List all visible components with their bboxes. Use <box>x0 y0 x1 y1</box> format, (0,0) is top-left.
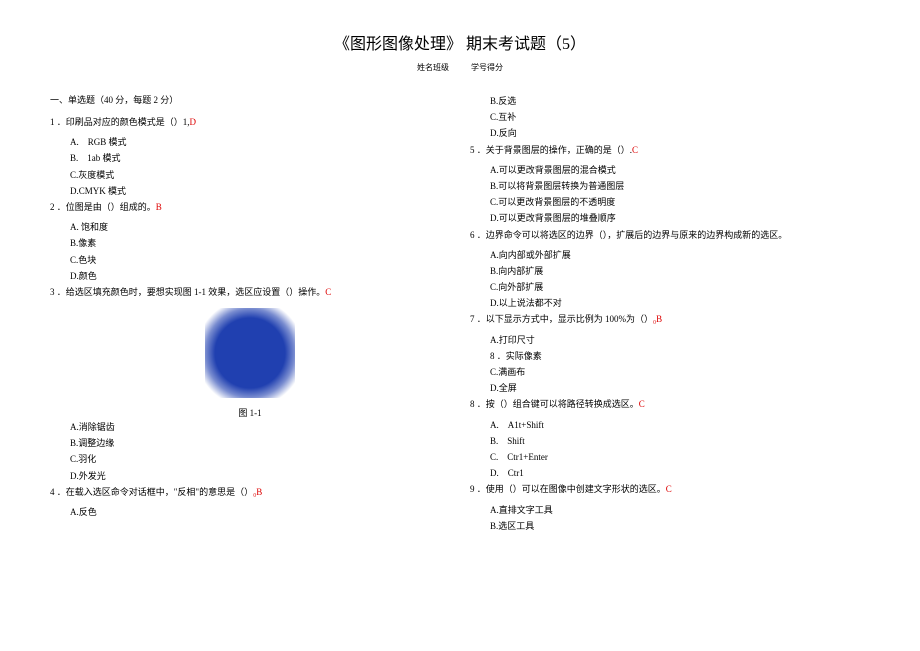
q3-answer: C <box>325 287 331 297</box>
q5-opt-a: A.可以更改背景图层的混合模式 <box>470 162 870 178</box>
q4-opt-d: D.反向 <box>470 125 870 141</box>
q9-answer: C <box>666 484 672 494</box>
section-title: 一、单选题（40 分，每题 2 分） <box>50 93 450 106</box>
q1-opt-c: C.灰度模式 <box>50 167 450 183</box>
q7-opt-d: D.全屏 <box>470 380 870 396</box>
q3-opt-c: C.羽化 <box>50 451 450 467</box>
q8-text: 8 ．按（）组合键可以将路径转换成选区。 <box>470 399 639 409</box>
right-column: B.反选 C.互补 D.反向 5 ．关于背景图层的操作，正确的是（）.C A.可… <box>470 93 870 534</box>
q4-text: 4 ．在载入选区命令对话框中，"反相"的意思是（） <box>50 487 253 497</box>
q4-answer: ₀B <box>253 487 262 497</box>
q6-stem: 6 ．边界命令可以将选区的边界（），扩展后的边界与原来的边界构成新的选区。 <box>470 227 870 243</box>
q7-answer: ₀B <box>653 314 662 324</box>
q8-opt-c: C. Ctr1+Enter <box>470 449 870 465</box>
q9-opt-a: A.直排文字工具 <box>470 502 870 518</box>
id-score-label: 学号得分 <box>471 62 503 73</box>
q6-opt-b: B.向内部扩展 <box>470 263 870 279</box>
figure-1-1 <box>50 308 450 398</box>
q7-stem: 7 ．以下显示方式中，显示比例为 100%为（）₀B <box>470 311 870 327</box>
q4-opt-b: B.反选 <box>470 93 870 109</box>
q5-opt-d: D.可以更改背景图层的堆叠顺序 <box>470 210 870 226</box>
q1-answer: D <box>190 117 197 127</box>
q2-stem: 2 ．位图是由（）组成的。B <box>50 199 450 215</box>
q7-opt-c: C.满画布 <box>470 364 870 380</box>
q1-opt-d: D.CMYK 模式 <box>50 183 450 199</box>
q5-answer: C <box>632 145 638 155</box>
q1-opt-a: A. RGB 模式 <box>50 134 450 150</box>
q7-text: 7 ．以下显示方式中，显示比例为 100%为（） <box>470 314 653 324</box>
q9-text: 9 ．使用（）可以在图像中创建文字形状的选区。 <box>470 484 666 494</box>
q6-text: 6 ．边界命令可以将选区的边界（），扩展后的边界与原来的边界构成新的选区。 <box>470 230 787 240</box>
exam-subtitle: 姓名班级 学号得分 <box>50 62 870 73</box>
q9-opt-b: B.选区工具 <box>470 518 870 534</box>
q8-answer: C <box>639 399 645 409</box>
q6-opt-c: C.向外部扩展 <box>470 279 870 295</box>
blue-feathered-square-icon <box>205 308 295 398</box>
q2-opt-c: C.色块 <box>50 252 450 268</box>
q1-text: 1 ．印刷品对应的颜色模式是（）1, <box>50 117 190 127</box>
q6-opt-a: A.向内部或外部扩展 <box>470 247 870 263</box>
exam-title: 《图形图像处理》 期末考试题（5） <box>50 30 870 54</box>
q2-answer: B <box>156 202 162 212</box>
content-columns: 一、单选题（40 分，每题 2 分） 1 ．印刷品对应的颜色模式是（）1,D A… <box>50 93 870 534</box>
q8-opt-b: B. Shift <box>470 433 870 449</box>
q2-opt-a: A. 饱和度 <box>50 219 450 235</box>
q5-stem: 5 ．关于背景图层的操作，正确的是（）.C <box>470 142 870 158</box>
q9-stem: 9 ．使用（）可以在图像中创建文字形状的选区。C <box>470 481 870 497</box>
q1-stem: 1 ．印刷品对应的颜色模式是（）1,D <box>50 114 450 130</box>
q5-opt-b: B.可以将背景图层转换为普通图层 <box>470 178 870 194</box>
q1-opt-b: B. 1ab 模式 <box>50 150 450 166</box>
q2-opt-b: B.像素 <box>50 235 450 251</box>
q3-stem: 3 ．给选区填充颜色时，要想实现图 1-1 效果，选区应设置（）操作。C <box>50 284 450 300</box>
q3-opt-a: A.消除锯齿 <box>50 419 450 435</box>
q3-opt-b: B.调整边缘 <box>50 435 450 451</box>
q7-opt-a: A.打印尺寸 <box>470 332 870 348</box>
q8-stem: 8 ．按（）组合键可以将路径转换成选区。C <box>470 396 870 412</box>
name-class-label: 姓名班级 <box>417 62 449 73</box>
q4-opt-a: A.反色 <box>50 504 450 520</box>
q2-text: 2 ．位图是由（）组成的。 <box>50 202 156 212</box>
q4-stem: 4 ．在载入选区命令对话框中，"反相"的意思是（）₀B <box>50 484 450 500</box>
q4-opt-c: C.互补 <box>470 109 870 125</box>
q5-opt-c: C.可以更改背景图层的不透明度 <box>470 194 870 210</box>
q8-opt-d: D. Ctr1 <box>470 465 870 481</box>
q6-opt-d: D.以上说法都不对 <box>470 295 870 311</box>
q2-opt-d: D.颜色 <box>50 268 450 284</box>
q8-opt-a: A. A1t+Shift <box>470 417 870 433</box>
q3-text: 3 ．给选区填充颜色时，要想实现图 1-1 效果，选区应设置（）操作。 <box>50 287 325 297</box>
q3-opt-d: D.外发光 <box>50 468 450 484</box>
left-column: 一、单选题（40 分，每题 2 分） 1 ．印刷品对应的颜色模式是（）1,D A… <box>50 93 450 534</box>
figure-caption: 图 1-1 <box>50 406 450 419</box>
q7-opt-b: 8 ．实际像素 <box>470 348 870 364</box>
q5-text: 5 ．关于背景图层的操作，正确的是（）. <box>470 145 632 155</box>
